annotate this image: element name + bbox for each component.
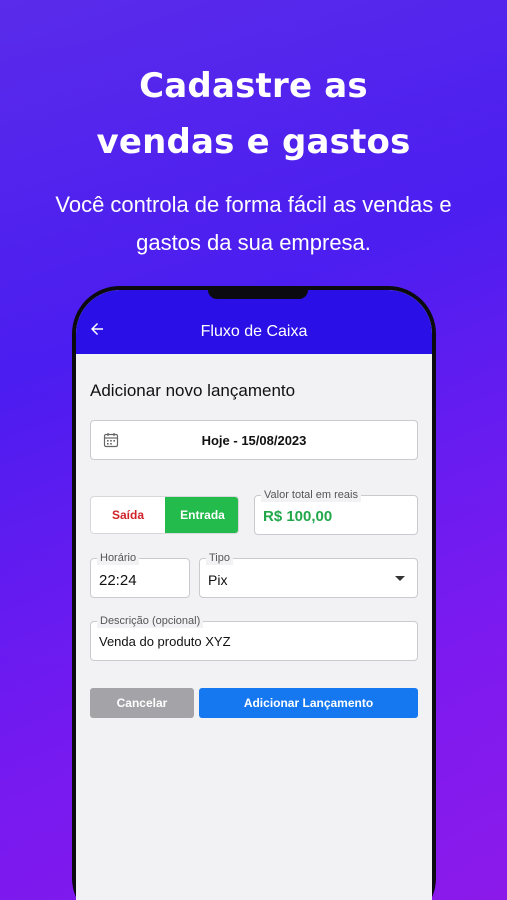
- valor-field[interactable]: Valor total em reais R$ 100,00: [254, 488, 418, 535]
- date-value: Hoje - 15/08/2023: [201, 433, 307, 448]
- app-bar-title: Fluxo de Caixa: [200, 323, 308, 340]
- cancel-button[interactable]: Cancelar: [90, 688, 194, 718]
- date-field[interactable]: Hoje - 15/08/2023: [90, 420, 418, 460]
- phone-notch: [208, 290, 308, 299]
- descricao-field[interactable]: Descrição (opcional) Venda do produto XY…: [90, 614, 418, 661]
- horario-field[interactable]: Horário 22:24: [90, 551, 190, 598]
- valor-value: R$ 100,00: [263, 508, 333, 525]
- app-screen: Fluxo de Caixa Adicionar novo lançamento…: [76, 290, 432, 900]
- headline-line-2: vendas e gastos: [96, 122, 411, 162]
- saida-entrada-toggle: Saída Entrada: [90, 496, 239, 534]
- descricao-label: Descrição (opcional): [97, 614, 204, 628]
- horario-value: 22:24: [99, 572, 137, 589]
- headline-line-1: Cadastre as: [139, 66, 368, 106]
- tipo-select[interactable]: Tipo Pix: [199, 551, 418, 598]
- subtitle-line-2: gastos da sua empresa.: [136, 230, 371, 255]
- dropdown-arrow-icon: [395, 576, 405, 581]
- section-title: Adicionar novo lançamento: [90, 381, 296, 400]
- phone-frame: Fluxo de Caixa Adicionar novo lançamento…: [72, 286, 436, 900]
- add-entry-button[interactable]: Adicionar Lançamento: [199, 688, 418, 718]
- valor-label: Valor total em reais: [261, 488, 361, 502]
- tipo-value: Pix: [208, 572, 228, 588]
- tipo-label: Tipo: [206, 551, 233, 565]
- promo-subtitle: Você controla de forma fácil as vendas e…: [20, 186, 487, 262]
- subtitle-line-1: Você controla de forma fácil as vendas e: [55, 192, 452, 217]
- toggle-entrada[interactable]: Entrada: [165, 497, 238, 533]
- app-bar: Fluxo de Caixa: [76, 290, 432, 354]
- descricao-value: Venda do produto XYZ: [99, 634, 231, 649]
- promo-headline: Cadastre as vendas e gastos: [0, 58, 507, 170]
- toggle-saida[interactable]: Saída: [91, 497, 165, 533]
- horario-label: Horário: [97, 551, 140, 565]
